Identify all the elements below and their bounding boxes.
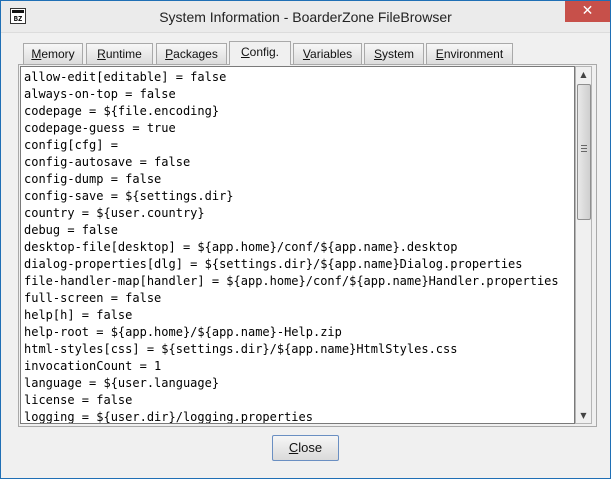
- window-title: System Information - BoarderZone FileBro…: [159, 9, 452, 25]
- scroll-down-arrow-icon[interactable]: ▼: [576, 408, 591, 423]
- vertical-scrollbar[interactable]: ▲ ▼: [575, 66, 592, 424]
- tab-packages[interactable]: Packages: [156, 43, 227, 64]
- config-line: codepage = ${file.encoding}: [24, 104, 220, 118]
- config-line: license = false: [24, 393, 133, 407]
- tab-config-label: Config.: [240, 45, 280, 59]
- tab-runtime-label: Runtime: [97, 47, 142, 61]
- config-line: config-dump = false: [24, 172, 162, 186]
- tab-config[interactable]: Config.: [229, 41, 291, 65]
- tab-system-label: System: [373, 47, 415, 61]
- window-close-button[interactable]: ✕: [565, 1, 610, 22]
- tab-variables[interactable]: Variables: [293, 43, 362, 64]
- config-tab-panel: allow-edit[editable] = false always-on-to…: [18, 64, 597, 427]
- config-line: debug = false: [24, 223, 118, 237]
- scroll-up-arrow-icon[interactable]: ▲: [576, 67, 591, 82]
- close-button-label: Close: [288, 440, 323, 455]
- config-line: country = ${user.country}: [24, 206, 205, 220]
- tab-packages-label: Packages: [165, 47, 218, 61]
- config-line: html-styles[css] = ${settings.dir}/${app…: [24, 342, 458, 356]
- config-line: full-screen = false: [24, 291, 162, 305]
- config-line: help-root = ${app.home}/${app.name}-Help…: [24, 325, 342, 339]
- config-line: desktop-file[desktop] = ${app.home}/conf…: [24, 240, 458, 254]
- scrollbar-thumb[interactable]: [577, 84, 591, 220]
- tab-environment[interactable]: Environment: [426, 43, 513, 64]
- config-line: help[h] = false: [24, 308, 133, 322]
- tab-environment-label: Environment: [435, 47, 504, 61]
- config-line: dialog-properties[dlg] = ${settings.dir}…: [24, 257, 523, 271]
- close-button[interactable]: Close: [272, 435, 339, 461]
- config-line: always-on-top = false: [24, 87, 176, 101]
- config-line: language = ${user.language}: [24, 376, 220, 390]
- title-bar[interactable]: BZ System Information - BoarderZone File…: [1, 1, 610, 33]
- config-line: config-save = ${settings.dir}: [24, 189, 234, 203]
- config-line: allow-edit[editable] = false: [24, 70, 227, 84]
- config-line: file-handler-map[handler] = ${app.home}/…: [24, 274, 559, 288]
- config-line: logging = ${user.dir}/logging.properties: [24, 410, 313, 424]
- config-line: config-autosave = false: [24, 155, 191, 169]
- config-line: config[cfg] =: [24, 138, 118, 152]
- tab-memory[interactable]: Memory: [23, 43, 83, 64]
- tab-variables-label: Variables: [302, 47, 353, 61]
- config-line: invocationCount = 1: [24, 359, 162, 373]
- config-text-area[interactable]: allow-edit[editable] = false always-on-to…: [20, 66, 575, 424]
- tab-memory-label: Memory: [31, 47, 75, 61]
- tab-system[interactable]: System: [364, 43, 424, 64]
- tab-runtime[interactable]: Runtime: [86, 43, 153, 64]
- system-information-window: BZ System Information - BoarderZone File…: [0, 0, 611, 479]
- config-line: codepage-guess = true: [24, 121, 176, 135]
- scrollbar-grip-icon: [581, 145, 587, 152]
- config-lines-list: allow-edit[editable] = false always-on-to…: [24, 69, 559, 424]
